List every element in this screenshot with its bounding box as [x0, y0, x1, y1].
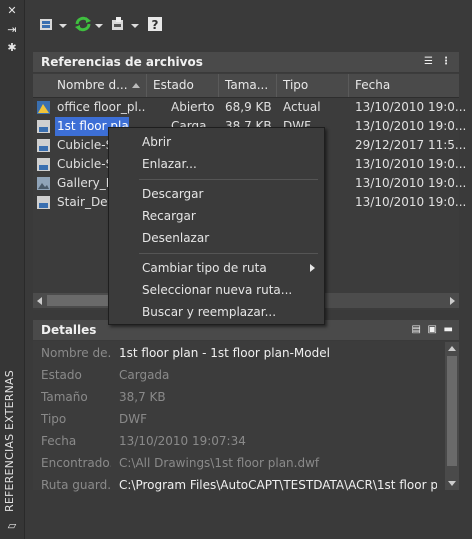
drawing-icon	[37, 101, 50, 114]
detail-row-saved-path[interactable]: Ruta guard... C:\Program Files\AutoCAPT\…	[33, 474, 437, 496]
dwg-icon	[37, 158, 50, 171]
column-status[interactable]: Estado	[147, 74, 219, 97]
path-dropdown-arrow[interactable]	[131, 24, 139, 28]
tree-view-icon[interactable]: ⋮	[441, 52, 451, 72]
close-icon[interactable]: ✕	[6, 5, 18, 17]
svg-text:?: ?	[152, 18, 159, 32]
column-header: Nombre d... Estado Tama... Tipo Fecha	[33, 74, 459, 98]
help-icon: ?	[148, 17, 162, 32]
detail-row-found-at: Encontrado... C:\All Drawings\1st floor …	[41, 456, 320, 470]
collapse-icon[interactable]: ▬	[444, 320, 453, 340]
column-date[interactable]: Fecha	[349, 74, 459, 97]
auto-hide-icon[interactable]: ⇥	[6, 24, 18, 36]
vertical-scrollbar[interactable]	[445, 342, 459, 490]
change-path-button[interactable]	[109, 14, 133, 38]
scroll-right-icon[interactable]	[450, 297, 455, 305]
file-references-title: Referencias de archivos	[41, 55, 203, 69]
detail-row-date: Fecha 13/10/2010 19:07:34	[41, 434, 246, 448]
menu-item-select-new-path[interactable]: Seleccionar nueva ruta...	[109, 279, 324, 301]
sort-ascending-icon	[132, 83, 140, 88]
attach-dwg-button[interactable]	[37, 14, 61, 38]
details-view-icon[interactable]: ▤	[412, 320, 421, 340]
menu-item-reload[interactable]: Recargar	[109, 205, 324, 227]
settings-icon[interactable]: ✱	[6, 42, 18, 54]
file-row[interactable]: office floor_pl... Abierto 68,9 KB Actua…	[33, 98, 466, 117]
menu-separator	[139, 179, 318, 180]
detail-row-type: Tipo DWF	[41, 412, 148, 426]
refresh-icon	[75, 16, 91, 32]
image-icon	[37, 177, 50, 190]
palette-title: REFERENCIAS EXTERNAS	[3, 370, 16, 512]
attach-dropdown-arrow[interactable]	[59, 24, 67, 28]
list-view-icon[interactable]: ☰	[424, 52, 433, 72]
detail-row-name[interactable]: Nombre de... 1st floor plan - 1st floor …	[33, 342, 433, 364]
file-references-header: Referencias de archivos ☰ ⋮	[33, 52, 459, 73]
scroll-left-icon[interactable]	[37, 297, 42, 305]
dwg-icon	[37, 139, 50, 152]
menu-item-change-path-type[interactable]: Cambiar tipo de ruta	[109, 257, 324, 279]
path-icon	[112, 17, 123, 30]
column-name[interactable]: Nombre d...	[51, 74, 147, 97]
column-size[interactable]: Tama...	[219, 74, 277, 97]
details-title: Detalles	[41, 323, 97, 337]
attach-dwg-icon	[40, 19, 52, 30]
submenu-arrow-icon	[310, 264, 315, 272]
menu-separator	[139, 253, 318, 254]
scroll-up-icon[interactable]	[448, 346, 456, 351]
context-menu: Abrir Enlazar... Descargar Recargar Dese…	[108, 127, 325, 325]
menu-item-detach[interactable]: Desenlazar	[109, 227, 324, 249]
refresh-dropdown-arrow[interactable]	[95, 24, 103, 28]
column-type[interactable]: Tipo	[277, 74, 349, 97]
refresh-button[interactable]	[73, 14, 97, 38]
details-panel: Detalles ▤ ▣ ▬ Nombre de... 1st floor pl…	[33, 320, 459, 492]
menu-item-unload[interactable]: Descargar	[109, 183, 324, 205]
menu-item-find-replace[interactable]: Buscar y reemplazar...	[109, 301, 324, 323]
preview-view-icon[interactable]: ▣	[428, 320, 437, 340]
dwg-icon	[37, 196, 50, 209]
dwf-icon	[37, 120, 50, 133]
menu-item-open[interactable]: Abrir	[109, 131, 324, 153]
menu-item-attach[interactable]: Enlazar...	[109, 153, 324, 175]
palette-menu-icon[interactable]: ▱	[6, 520, 18, 532]
help-button[interactable]: ?	[145, 14, 169, 38]
scroll-down-icon[interactable]	[448, 481, 456, 486]
detail-row-size: Tamaño 38,7 KB	[41, 390, 166, 404]
scroll-thumb[interactable]	[447, 356, 457, 466]
detail-row-status: Estado Cargada	[41, 368, 170, 382]
palette-strip: ✕ ⇥ ✱ REFERENCIAS EXTERNAS ▱	[0, 0, 25, 539]
